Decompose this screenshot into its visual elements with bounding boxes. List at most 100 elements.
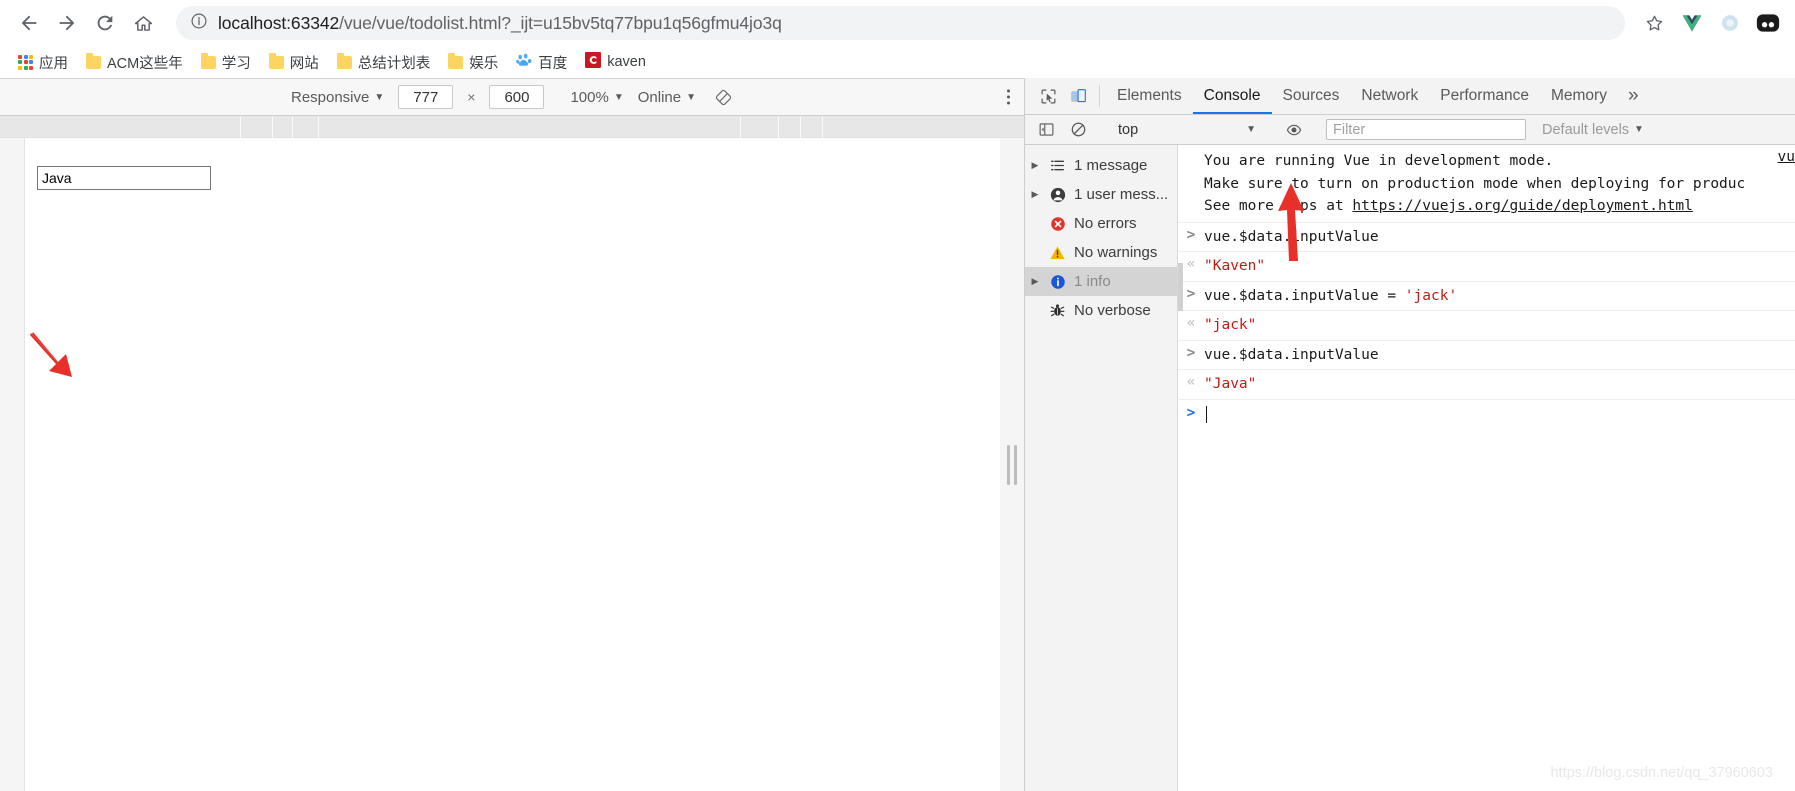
- viewport-height-input[interactable]: [489, 85, 545, 109]
- user-icon: [1048, 187, 1067, 203]
- info-icon: [1048, 274, 1067, 290]
- home-button[interactable]: [124, 4, 162, 42]
- bookmark-study[interactable]: 学习: [193, 49, 259, 76]
- console-input-row[interactable]: > vue.$data.inputValue = 'jack': [1178, 282, 1795, 311]
- list-icon: [1048, 158, 1067, 173]
- console-output-row[interactable]: « "Java": [1178, 370, 1795, 400]
- throttling-select[interactable]: Online ▼: [638, 89, 696, 106]
- console-result: "Java": [1204, 376, 1257, 392]
- dimension-separator: ×: [467, 89, 476, 105]
- chevron-down-icon: ▼: [1634, 124, 1644, 135]
- browser-nav-bar: localhost:63342/vue/vue/todolist.html?_i…: [0, 0, 1795, 46]
- bookmark-label: 总结计划表: [357, 55, 431, 72]
- vue-devtools-icon[interactable]: [1675, 6, 1709, 40]
- vue-warning-line-1: You are running Vue in development mode.: [1204, 153, 1554, 169]
- console-levels-select[interactable]: Default levels ▼: [1542, 122, 1644, 138]
- bookmark-entertainment[interactable]: 娱乐: [440, 49, 506, 76]
- vue-warning-line-2: Make sure to turn on production mode whe…: [1204, 175, 1746, 192]
- chevron-down-icon: ▼: [374, 91, 385, 103]
- todo-text-input[interactable]: [37, 166, 211, 190]
- sidebar-item-label: No warnings: [1074, 244, 1158, 261]
- page-info-icon[interactable]: [190, 12, 208, 35]
- output-chevron-icon: «: [1186, 374, 1196, 390]
- sidebar-item-errors[interactable]: ▶ No errors: [1025, 209, 1177, 238]
- live-expression-icon[interactable]: [1279, 121, 1309, 139]
- bookmark-label: 百度: [538, 55, 568, 72]
- device-mode-toolbar: Responsive ▼ × 100% ▼ Online ▼: [0, 79, 1024, 116]
- tab-memory[interactable]: Memory: [1540, 78, 1618, 114]
- kebab-menu-icon[interactable]: [1007, 89, 1010, 105]
- console-message-source-link[interactable]: vu: [1778, 149, 1795, 165]
- tab-label: Performance: [1440, 87, 1529, 104]
- console-sidebar-toggle-icon[interactable]: [1031, 121, 1061, 138]
- viewport-ruler[interactable]: [0, 116, 1024, 138]
- console-output-row[interactable]: « "jack": [1178, 311, 1795, 341]
- bookmark-baidu[interactable]: 百度: [508, 49, 575, 76]
- console-body: ▶ 1 message ▶ 1 user mess... ▶: [1025, 145, 1795, 791]
- bookmark-label: kaven: [607, 54, 646, 70]
- vue-deployment-link[interactable]: https://vuejs.org/guide/deployment.html: [1352, 198, 1692, 214]
- throttling-select-value: Online: [637, 88, 682, 106]
- address-bar-url: localhost:63342/vue/vue/todolist.html?_i…: [218, 13, 782, 34]
- reload-button[interactable]: [86, 4, 124, 42]
- tab-console[interactable]: Console: [1193, 78, 1272, 114]
- url-path: /vue/vue/todolist.html?_ijt=u15bv5tq77bp…: [339, 12, 782, 33]
- viewport-width-input[interactable]: [398, 85, 454, 109]
- devtools-tab-bar: Elements Console Sources Network Perform…: [1025, 78, 1795, 115]
- console-prompt[interactable]: >: [1178, 400, 1795, 426]
- address-bar[interactable]: localhost:63342/vue/vue/todolist.html?_i…: [176, 6, 1625, 40]
- extension-circle-icon[interactable]: [1713, 6, 1747, 40]
- forward-button[interactable]: [48, 4, 86, 42]
- sidebar-item-messages[interactable]: ▶ 1 message: [1025, 151, 1177, 180]
- bookmark-star-icon[interactable]: [1637, 6, 1671, 40]
- chevron-right-icon[interactable]: ▶: [1029, 189, 1041, 200]
- rotate-device-icon[interactable]: [714, 88, 733, 107]
- sidebar-item-info[interactable]: ▶ 1 info: [1025, 267, 1177, 296]
- console-output-row[interactable]: « "Kaven": [1178, 252, 1795, 282]
- browser-toolbar-icons: [1633, 6, 1785, 40]
- clear-console-icon[interactable]: [1063, 121, 1093, 138]
- tab-sources[interactable]: Sources: [1272, 78, 1351, 114]
- console-input-row[interactable]: > vue.$data.inputValue: [1178, 223, 1795, 252]
- console-input-row[interactable]: > vue.$data.inputValue: [1178, 341, 1795, 370]
- zoom-select[interactable]: 100% ▼: [570, 89, 623, 106]
- back-button[interactable]: [10, 4, 48, 42]
- csdn-icon: [585, 52, 602, 72]
- console-scrollbar[interactable]: [1178, 263, 1183, 311]
- apps-grid-icon: [18, 54, 33, 70]
- console-message-list[interactable]: You are running Vue in development mode.…: [1178, 145, 1795, 791]
- device-mode-pane: Responsive ▼ × 100% ▼ Online ▼: [0, 78, 1024, 791]
- bookmark-acm[interactable]: ACM这些年: [78, 49, 191, 76]
- bookmark-kaven[interactable]: kaven: [577, 49, 654, 75]
- sidebar-item-verbose[interactable]: ▶ No verbose: [1025, 296, 1177, 325]
- console-context-value: top: [1118, 121, 1139, 138]
- bookmark-websites[interactable]: 网站: [261, 49, 327, 76]
- bookmark-label: 学习: [221, 55, 251, 72]
- more-tabs-icon[interactable]: »: [1618, 78, 1649, 114]
- bookmark-apps[interactable]: 应用: [10, 49, 76, 76]
- console-filter-input[interactable]: [1326, 119, 1526, 140]
- sidebar-item-user-messages[interactable]: ▶ 1 user mess...: [1025, 180, 1177, 209]
- baidu-icon: [516, 52, 532, 72]
- tab-elements[interactable]: Elements: [1106, 78, 1193, 114]
- tab-performance[interactable]: Performance: [1429, 78, 1540, 114]
- chevron-right-icon[interactable]: ▶: [1029, 160, 1041, 171]
- more-tabs-label: »: [1627, 85, 1639, 106]
- sidebar-item-warnings[interactable]: ▶ No warnings: [1025, 238, 1177, 267]
- console-message-vue-warning[interactable]: You are running Vue in development mode.…: [1178, 145, 1795, 223]
- tab-label: Network: [1361, 87, 1419, 104]
- bookmark-summary-plan[interactable]: 总结计划表: [329, 49, 439, 76]
- console-expression: vue.$data.inputValue = 'jack': [1204, 287, 1458, 304]
- folder-icon: [268, 52, 284, 69]
- profile-avatar-icon[interactable]: [1751, 6, 1785, 40]
- viewport-resize-handle[interactable]: [1000, 138, 1024, 791]
- toggle-device-toolbar-icon[interactable]: [1063, 78, 1093, 114]
- device-select[interactable]: Responsive ▼: [291, 89, 384, 106]
- inspect-element-icon[interactable]: [1033, 78, 1063, 114]
- tab-network[interactable]: Network: [1350, 78, 1429, 114]
- console-context-select[interactable]: top ▼: [1110, 119, 1262, 140]
- console-result: "Kaven": [1204, 258, 1266, 274]
- chevron-down-icon: ▼: [613, 91, 624, 103]
- url-host: localhost:63342: [218, 12, 340, 33]
- chevron-right-icon[interactable]: ▶: [1029, 276, 1041, 287]
